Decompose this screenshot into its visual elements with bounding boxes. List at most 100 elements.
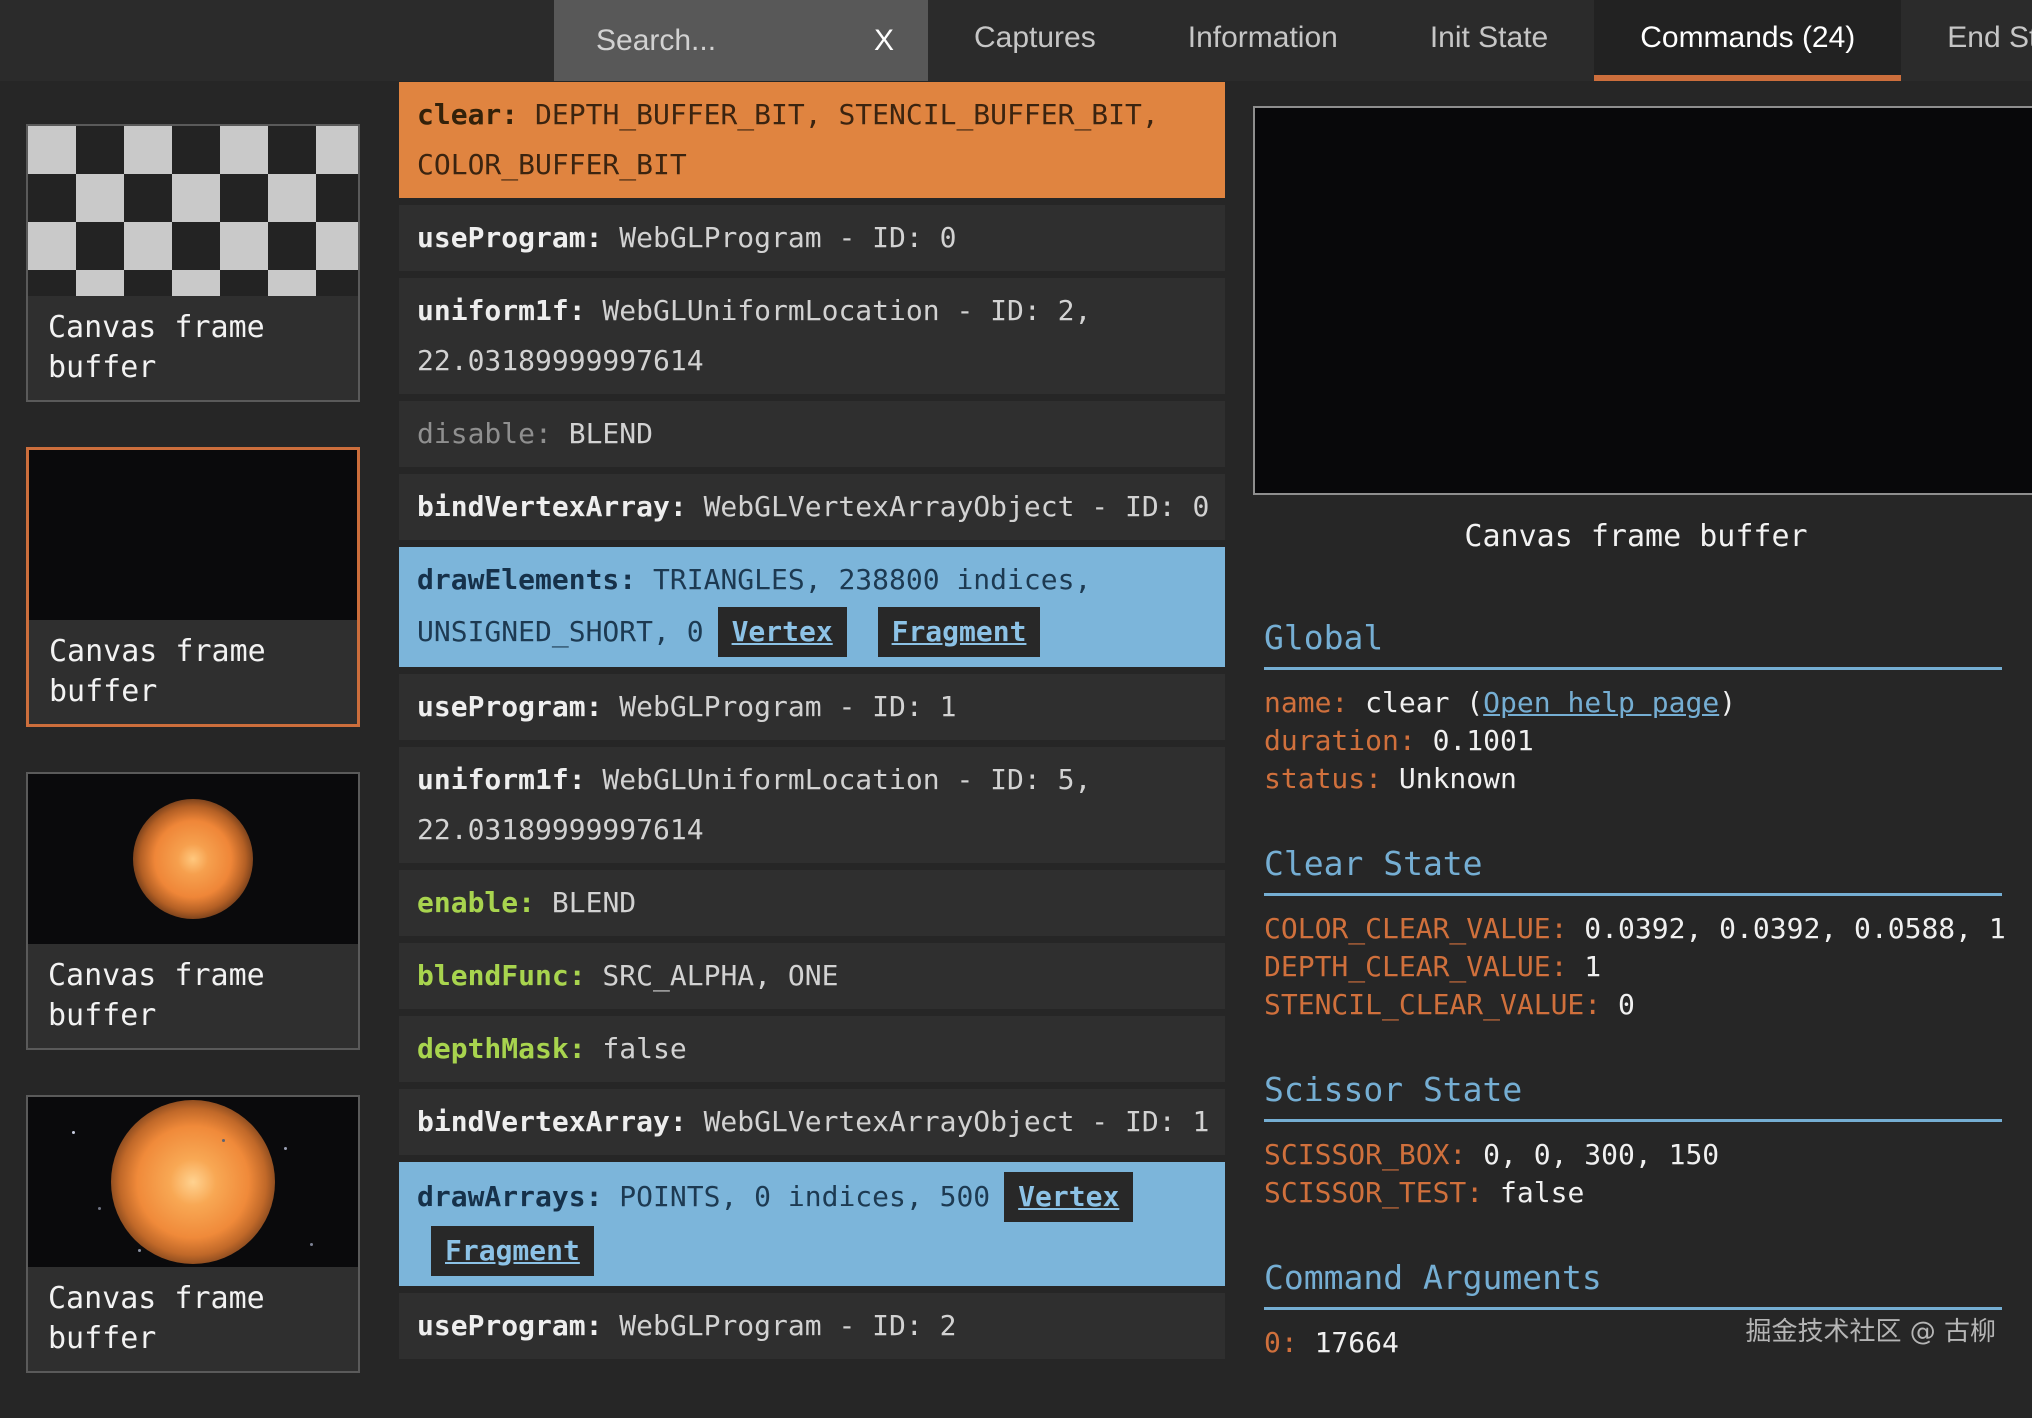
tab-commands-24[interactable]: Commands (24) [1594,0,1901,81]
state-key: STENCIL_CLEAR_VALUE: [1264,988,1618,1021]
capture-thumbnail-1[interactable]: Canvas frame buffer [26,447,360,727]
particle-burst [111,1100,275,1264]
command-name: useProgram: [417,690,602,723]
command-row-drawElements-5[interactable]: drawElements: TRIANGLES, 238800 indices,… [399,547,1225,667]
thumbnail-label: Canvas frame buffer [28,1267,358,1371]
tab-bar: CapturesInformationInit StateCommands (2… [928,0,2032,81]
command-row-depthMask-10[interactable]: depthMask: false [399,1016,1225,1082]
command-row-blendFunc-9[interactable]: blendFunc: SRC_ALPHA, ONE [399,943,1225,1009]
state-row-duration: duration: 0.1001 [1264,722,2002,760]
command-name: disable: [417,417,552,450]
command-row-useProgram-6[interactable]: useProgram: WebGLProgram - ID: 1 [399,674,1225,740]
state-value: 0 [1618,988,1635,1021]
open-help-page-link[interactable]: Open help page [1483,686,1719,719]
command-row-enable-8[interactable]: enable: BLEND [399,870,1225,936]
state-value: false [1500,1176,1584,1209]
command-args: BLEND [552,417,653,450]
capture-thumbnail-3[interactable]: Canvas frame buffer [26,1095,360,1373]
state-key: SCISSOR_TEST: [1264,1176,1500,1209]
state-key: DEPTH_CLEAR_VALUE: [1264,950,1584,983]
command-args: BLEND [535,886,636,919]
capture-thumbnail-list: Canvas frame buffer Canvas frame buffer Ca… [26,81,360,1418]
state-row-name: name: clear (Open help page) [1264,684,2002,722]
section-rows: SCISSOR_BOX: 0, 0, 300, 150SCISSOR_TEST:… [1264,1136,2002,1212]
section-clear-state: Clear State COLOR_CLEAR_VALUE: 0.0392, 0.… [1264,844,2002,1024]
state-value: Unknown [1399,762,1517,795]
command-name: drawArrays: [417,1180,602,1213]
state-row-scissor-box: SCISSOR_BOX: 0, 0, 300, 150 [1264,1136,2002,1174]
command-name: depthMask: [417,1032,586,1065]
command-row-bindVertexArray-4[interactable]: bindVertexArray: WebGLVertexArrayObject … [399,474,1225,540]
section-title: Global [1264,618,2002,670]
state-key: duration: [1264,724,1433,757]
command-row-bindVertexArray-11[interactable]: bindVertexArray: WebGLVertexArrayObject … [399,1089,1225,1155]
command-args: WebGLProgram - ID: 1 [602,690,956,723]
command-name: drawElements: [417,563,636,596]
command-row-useProgram-1[interactable]: useProgram: WebGLProgram - ID: 0 [399,205,1225,271]
search-input[interactable] [554,24,864,58]
command-name: blendFunc: [417,959,586,992]
state-value: 1 [1584,950,1601,983]
search-box: X [554,0,928,81]
state-row-status: status: Unknown [1264,760,2002,798]
detail-sections: Global name: clear (Open help page)durati… [1264,618,2002,1362]
command-name: useProgram: [417,221,602,254]
section-title: Command Arguments [1264,1258,2002,1310]
state-key: 0: [1264,1326,1315,1359]
capture-thumbnail-0[interactable]: Canvas frame buffer [26,124,360,402]
command-row-clear-0[interactable]: clear: DEPTH_BUFFER_BIT, STENCIL_BUFFER_… [399,82,1225,198]
particle-burst [133,799,253,919]
command-args: WebGLVertexArrayObject - ID: 0 [687,490,1210,523]
top-bar: X CapturesInformationInit StateCommands … [0,0,2032,81]
tab-captures[interactable]: Captures [928,0,1142,81]
detail-panel: Canvas frame buffer Global name: clear (O… [1240,81,2032,1376]
section-title: Clear State [1264,844,2002,896]
fragment-shader-button[interactable]: Fragment [878,607,1041,657]
fragment-shader-button[interactable]: Fragment [431,1226,594,1276]
command-row-uniform1f-7[interactable]: uniform1f: WebGLUniformLocation - ID: 5,… [399,747,1225,863]
tab-information[interactable]: Information [1142,0,1384,81]
burst-small-preview-image [28,774,358,944]
section-rows: name: clear (Open help page)duration: 0.… [1264,684,2002,798]
thumbnail-label: Canvas frame buffer [28,944,358,1048]
thumbnail-label: Canvas frame buffer [29,620,357,724]
canvas-preview [1253,106,2032,495]
state-key: status: [1264,762,1399,795]
command-args: SRC_ALPHA, ONE [586,959,839,992]
command-row-disable-3[interactable]: disable: BLEND [399,401,1225,467]
command-row-uniform1f-2[interactable]: uniform1f: WebGLUniformLocation - ID: 2,… [399,278,1225,394]
command-name: uniform1f: [417,294,586,327]
state-key: COLOR_CLEAR_VALUE: [1264,912,1584,945]
search-clear-button[interactable]: X [864,24,928,58]
state-value: 17664 [1315,1326,1399,1359]
vertex-shader-button[interactable]: Vertex [718,607,847,657]
state-row-stencil-clear-value: STENCIL_CLEAR_VALUE: 0 [1264,986,2002,1024]
star-dots [72,1131,75,1134]
command-row-drawArrays-12[interactable]: drawArrays: POINTS, 0 indices, 500Vertex… [399,1162,1225,1286]
command-row-useProgram-13[interactable]: useProgram: WebGLProgram - ID: 2 [399,1293,1225,1359]
state-value: 0.0392, 0.0392, 0.0588, 1 [1584,912,2005,945]
command-args: DEPTH_BUFFER_BIT, STENCIL_BUFFER_BIT, CO… [417,98,1159,181]
command-args: false [586,1032,687,1065]
command-args: WebGLVertexArrayObject - ID: 1 [687,1105,1210,1138]
canvas-caption: Canvas frame buffer [1240,519,2032,554]
command-name: enable: [417,886,535,919]
state-row-color-clear-value: COLOR_CLEAR_VALUE: 0.0392, 0.0392, 0.058… [1264,910,2002,948]
section-scissor-state: Scissor State SCISSOR_BOX: 0, 0, 300, 150… [1264,1070,2002,1212]
state-key: SCISSOR_BOX: [1264,1138,1483,1171]
section-title: Scissor State [1264,1070,2002,1122]
burst-large-preview-image [28,1097,358,1267]
capture-thumbnail-2[interactable]: Canvas frame buffer [26,772,360,1050]
vertex-shader-button[interactable]: Vertex [1004,1172,1133,1222]
state-value: 0, 0, 300, 150 [1483,1138,1719,1171]
tab-end-state[interactable]: End State [1901,0,2032,81]
state-value: 0.1001 [1433,724,1534,757]
state-row-depth-clear-value: DEPTH_CLEAR_VALUE: 1 [1264,948,2002,986]
checkerboard-preview-image [28,126,358,296]
command-name: uniform1f: [417,763,586,796]
thumbnail-label: Canvas frame buffer [28,296,358,400]
watermark: 掘金技术社区 @ 古柳 [1745,1311,1996,1348]
command-name: bindVertexArray: [417,1105,687,1138]
command-name: useProgram: [417,1309,602,1342]
tab-init-state[interactable]: Init State [1384,0,1594,81]
